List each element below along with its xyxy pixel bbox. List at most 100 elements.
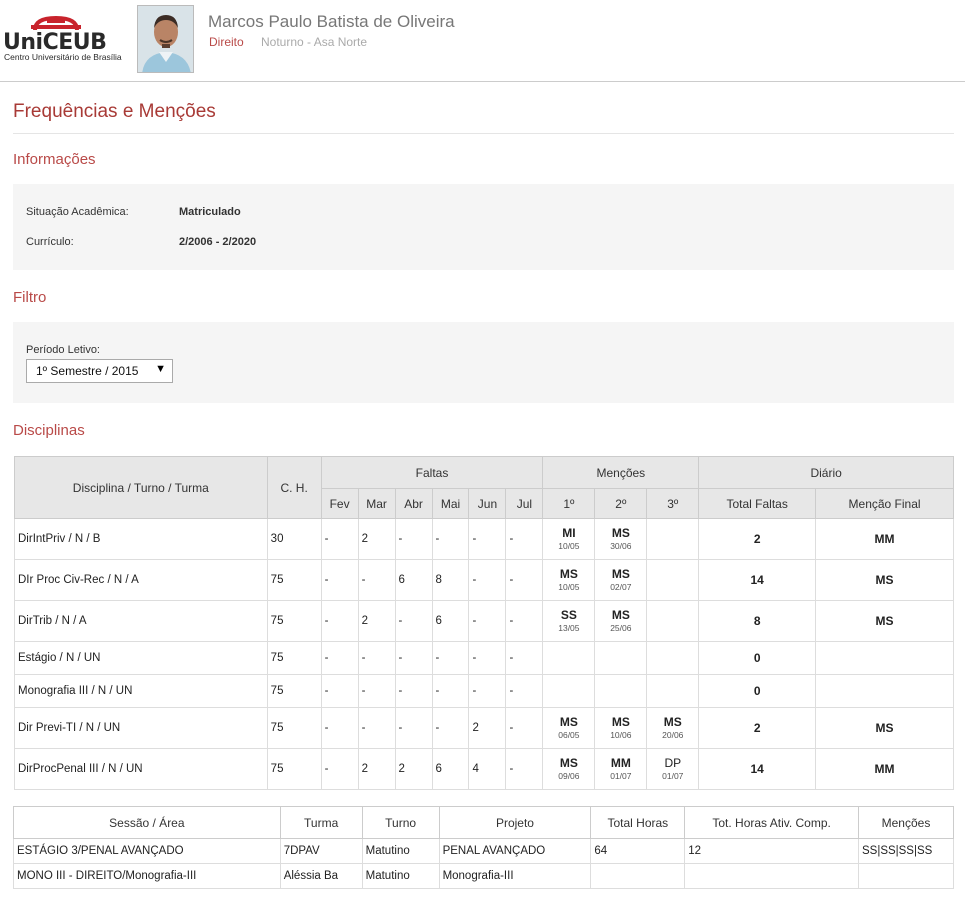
projeto-cell: PENAL AVANÇADO bbox=[438, 838, 592, 864]
header-mencao-final: Menção Final bbox=[815, 488, 954, 519]
disciplina-name: DirTrib / N / A bbox=[14, 600, 268, 642]
falta-cell: - bbox=[505, 600, 544, 642]
table-row: Dir Previ-TI / N / UN 75 - - - - 2 - MS 0… bbox=[14, 707, 954, 749]
mencao-cell bbox=[646, 518, 700, 560]
falta-cell: - bbox=[468, 674, 507, 708]
mencao-cell bbox=[646, 674, 700, 708]
header-faltas: Faltas bbox=[320, 456, 544, 489]
falta-cell: - bbox=[505, 559, 544, 601]
mencao-final-cell: MM bbox=[815, 518, 954, 560]
periodo-label: Período Letivo: bbox=[26, 344, 100, 356]
header-total-faltas: Total Faltas bbox=[698, 488, 817, 519]
falta-cell: - bbox=[357, 641, 396, 675]
falta-cell: 2 bbox=[357, 518, 396, 560]
mencao-cell bbox=[646, 641, 700, 675]
ch-cell: 30 bbox=[266, 518, 322, 560]
app-header: UniCEUB Centro Universitário de Brasília… bbox=[0, 0, 965, 82]
disciplina-name: DirProcPenal III / N / UN bbox=[14, 748, 268, 790]
ch-cell: 75 bbox=[266, 674, 322, 708]
total-faltas-cell: 8 bbox=[698, 600, 817, 642]
section-heading-disciplinas: Disciplinas bbox=[13, 422, 85, 439]
falta-cell: - bbox=[431, 518, 470, 560]
turno-cell: Matutino bbox=[361, 838, 440, 864]
sessao-cell: ESTÁGIO 3/PENAL AVANÇADO bbox=[13, 838, 281, 864]
header-tot-horas-ativ: Tot. Horas Ativ. Comp. bbox=[684, 806, 859, 839]
uniceub-logo[interactable]: UniCEUB Centro Universitário de Brasília bbox=[3, 12, 123, 64]
mencao-cell bbox=[646, 559, 700, 601]
total-faltas-cell: 14 bbox=[698, 748, 817, 790]
falta-cell: - bbox=[505, 748, 544, 790]
header-mencao-2: 2º bbox=[594, 488, 648, 519]
mencao-date: 10/05 bbox=[558, 541, 580, 551]
header-mencoes: Menções bbox=[857, 806, 955, 839]
total-faltas-cell: 0 bbox=[698, 641, 817, 675]
projeto-cell: Monografia-III bbox=[438, 863, 592, 889]
curriculo-value: 2/2006 - 2/2020 bbox=[179, 236, 257, 248]
falta-cell: - bbox=[357, 674, 396, 708]
disciplina-name: DIr Proc Civ-Rec / N / A bbox=[14, 559, 268, 601]
table-row: MONO III - DIREITO/Monografia-III Aléssi… bbox=[13, 863, 955, 889]
situacao-value: Matriculado bbox=[179, 206, 241, 218]
table-row: ESTÁGIO 3/PENAL AVANÇADO 7DPAV Matutino … bbox=[13, 838, 955, 864]
mencao-grade: SS bbox=[560, 608, 577, 622]
dropdown-arrow-icon: ▼ bbox=[155, 363, 166, 375]
mencao-cell: MS 20/06 bbox=[646, 707, 700, 749]
curriculo-label: Currículo: bbox=[26, 236, 74, 248]
info-panel: Situação Acadêmica: Matriculado Currícul… bbox=[13, 184, 954, 270]
total-horas-cell bbox=[590, 863, 686, 889]
header-month: Mar bbox=[357, 488, 396, 519]
header-diario: Diário bbox=[698, 456, 954, 489]
mencao-final-cell: MS bbox=[815, 559, 954, 601]
section-heading-filtro: Filtro bbox=[13, 289, 47, 306]
falta-cell: - bbox=[468, 641, 507, 675]
mencao-final-cell: MM bbox=[815, 748, 954, 790]
falta-cell: - bbox=[394, 641, 433, 675]
total-faltas-cell: 2 bbox=[698, 707, 817, 749]
header-total-horas: Total Horas bbox=[590, 806, 686, 839]
turno-cell: Matutino bbox=[361, 863, 440, 889]
student-avatar bbox=[137, 5, 194, 73]
mencao-date: 20/06 bbox=[662, 730, 684, 740]
falta-cell: - bbox=[320, 748, 359, 790]
header-sessao-area: Sessão / Área bbox=[13, 806, 281, 839]
mencao-cell: MS 10/05 bbox=[542, 559, 596, 601]
title-divider bbox=[13, 133, 954, 134]
mencao-cell: MS 09/06 bbox=[542, 748, 596, 790]
falta-cell: - bbox=[394, 707, 433, 749]
mencao-cell: MS 02/07 bbox=[594, 559, 648, 601]
periodo-select[interactable]: 1º Semestre / 2015 ▼ bbox=[26, 359, 173, 383]
falta-cell: 2 bbox=[394, 748, 433, 790]
falta-cell: 2 bbox=[357, 600, 396, 642]
header-mencoes: Menções bbox=[542, 456, 700, 489]
total-horas-cell: 64 bbox=[590, 838, 686, 864]
mencao-final-cell bbox=[815, 641, 954, 675]
falta-cell: - bbox=[505, 707, 544, 749]
header-month: Abr bbox=[394, 488, 433, 519]
table-row: Monografia III / N / UN 75 - - - - - - 0 bbox=[14, 674, 954, 708]
falta-cell: - bbox=[320, 518, 359, 560]
mencao-date: 02/07 bbox=[610, 582, 632, 592]
ch-cell: 75 bbox=[266, 559, 322, 601]
header-month: Mai bbox=[431, 488, 470, 519]
mencao-date: 10/05 bbox=[558, 582, 580, 592]
mencao-date: 10/06 bbox=[610, 730, 632, 740]
falta-cell: - bbox=[394, 600, 433, 642]
total-faltas-cell: 14 bbox=[698, 559, 817, 601]
ch-cell: 75 bbox=[266, 641, 322, 675]
falta-cell: - bbox=[320, 559, 359, 601]
mencao-date: 01/07 bbox=[610, 771, 632, 781]
ch-cell: 75 bbox=[266, 707, 322, 749]
mencoes-cell: SS|SS|SS|SS bbox=[857, 838, 955, 864]
falta-cell: - bbox=[394, 674, 433, 708]
header-disciplina: Disciplina / Turno / Turma bbox=[14, 456, 268, 519]
situacao-label: Situação Acadêmica: bbox=[26, 206, 129, 218]
mencao-date: 06/05 bbox=[558, 730, 580, 740]
falta-cell: - bbox=[357, 707, 396, 749]
mencao-cell bbox=[542, 674, 596, 708]
mencao-cell: MS 25/06 bbox=[594, 600, 648, 642]
avatar-photo-icon bbox=[138, 6, 193, 72]
mencao-cell: MI 10/05 bbox=[542, 518, 596, 560]
falta-cell: - bbox=[431, 707, 470, 749]
student-course: Direito bbox=[209, 35, 244, 49]
mencao-grade: MS bbox=[663, 715, 682, 729]
